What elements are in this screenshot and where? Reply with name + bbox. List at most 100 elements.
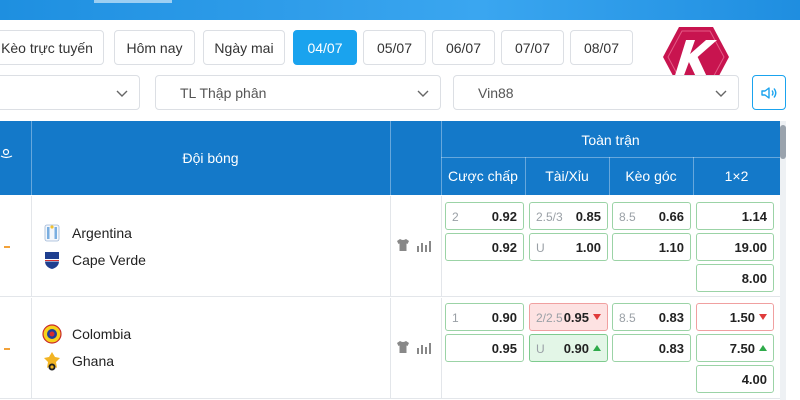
ghana-crest-icon — [44, 352, 60, 371]
odd-line: 8.5 — [619, 311, 636, 325]
corner-over-odd[interactable]: 8.5 0.83 — [612, 303, 691, 331]
table-scrollbar[interactable] — [780, 121, 786, 400]
odd-value: 0.95 — [563, 310, 589, 325]
column-divider — [441, 298, 442, 399]
full-match-header: Toàn trận — [581, 132, 640, 148]
time-column-icon — [0, 148, 13, 159]
odd-value: 0.85 — [575, 209, 601, 224]
jersey-icon[interactable] — [396, 340, 410, 354]
over-odd[interactable]: 2/2.5 0.95 — [529, 303, 608, 331]
sound-toggle-button[interactable] — [752, 75, 786, 110]
argentina-crest-icon — [44, 224, 60, 242]
odd-value: 8.00 — [741, 271, 767, 286]
handicap-away-odd[interactable]: 0.95 — [445, 334, 524, 362]
odd-value: 0.90 — [563, 341, 589, 356]
cape-verde-crest-icon — [45, 252, 59, 269]
live-indicator — [4, 246, 10, 248]
odd-line: U — [536, 342, 545, 356]
odd-down-icon — [759, 314, 767, 320]
home-team[interactable]: Colombia — [42, 323, 131, 345]
tab-date-0607[interactable]: 06/07 — [432, 30, 495, 65]
live-indicator — [4, 348, 10, 350]
odd-value: 4.00 — [741, 372, 767, 387]
odd-line: 2 — [452, 210, 459, 224]
odd-value: 0.83 — [658, 341, 684, 356]
handicap-column-header: Cược chấp — [448, 168, 518, 184]
match-tools — [396, 340, 432, 354]
away-team-name: Cape Verde — [72, 252, 146, 268]
team-column-header: Đội bóng — [182, 150, 239, 166]
tab-tomorrow[interactable]: Ngày mai — [203, 30, 285, 65]
table-row: Argentina Cape Verde 2 0.92 0.92 2.5/3 0… — [0, 196, 780, 297]
header-divider — [390, 121, 391, 195]
odd-line: U — [536, 241, 545, 255]
odd-value: 1.00 — [575, 240, 601, 255]
home-win-odd[interactable]: 1.14 — [696, 202, 774, 230]
under-odd[interactable]: U 0.90 — [529, 334, 608, 362]
corner-under-odd[interactable]: 1.10 — [612, 233, 691, 261]
draw-odd[interactable]: 4.00 — [696, 365, 774, 393]
column-divider — [31, 298, 32, 399]
over-odd[interactable]: 2.5/3 0.85 — [529, 202, 608, 230]
odd-line: 2/2.5 — [536, 311, 563, 325]
league-select[interactable] — [0, 75, 140, 110]
away-win-odd[interactable]: 7.50 — [696, 334, 774, 362]
corner-column-header: Kèo góc — [625, 168, 677, 184]
bookmaker-value: Vin88 — [478, 84, 514, 101]
odd-value: 7.50 — [729, 341, 755, 356]
tab-date-0807[interactable]: 08/07 — [570, 30, 633, 65]
home-win-odd[interactable]: 1.50 — [696, 303, 774, 331]
odd-value: 0.83 — [658, 310, 684, 325]
chevron-down-icon — [715, 90, 727, 97]
odd-value: 0.92 — [491, 240, 517, 255]
bookmaker-select[interactable]: Vin88 — [453, 75, 739, 110]
table-row: Colombia Ghana 1 0.90 0.95 2/2.5 0.95 U … — [0, 298, 780, 399]
odd-up-icon — [759, 345, 767, 351]
column-divider — [390, 196, 391, 297]
home-team[interactable]: Argentina — [42, 222, 132, 244]
odd-value: 0.66 — [658, 209, 684, 224]
odd-value: 0.90 — [491, 310, 517, 325]
odd-down-icon — [593, 314, 601, 320]
odd-value: 1.14 — [741, 209, 767, 224]
corner-over-odd[interactable]: 8.5 0.66 — [612, 202, 691, 230]
top-navbar — [0, 0, 800, 20]
draw-odd[interactable]: 8.00 — [696, 264, 774, 292]
odd-line: 8.5 — [619, 210, 636, 224]
stats-icon[interactable] — [416, 238, 432, 252]
column-divider — [390, 298, 391, 399]
chevron-down-icon — [116, 90, 128, 97]
away-team[interactable]: Cape Verde — [42, 249, 146, 271]
tab-today[interactable]: Hôm nay — [114, 30, 195, 65]
jersey-icon[interactable] — [396, 238, 410, 252]
tab-live-odds[interactable]: Kèo trực tuyến — [0, 30, 104, 65]
odds-type-value: TL Thập phân — [180, 84, 267, 101]
chevron-down-icon — [417, 90, 429, 97]
handicap-home-odd[interactable]: 1 0.90 — [445, 303, 524, 331]
odd-value: 19.00 — [734, 240, 767, 255]
column-divider — [31, 196, 32, 297]
tab-date-0707[interactable]: 07/07 — [501, 30, 564, 65]
tab-date-0407[interactable]: 04/07 — [293, 30, 357, 65]
over-under-column-header: Tài/Xỉu — [545, 168, 589, 184]
home-team-name: Colombia — [72, 326, 132, 342]
header-divider — [441, 157, 780, 158]
away-win-odd[interactable]: 19.00 — [696, 233, 774, 261]
odd-value: 1.10 — [658, 240, 684, 255]
home-team-name: Argentina — [72, 225, 132, 241]
colombia-crest-icon — [42, 324, 62, 344]
handicap-away-odd[interactable]: 0.92 — [445, 233, 524, 261]
handicap-home-odd[interactable]: 2 0.92 — [445, 202, 524, 230]
1x2-column-header: 1×2 — [724, 168, 749, 184]
under-odd[interactable]: U 1.00 — [529, 233, 608, 261]
odd-value: 0.95 — [491, 341, 517, 356]
scrollbar-thumb[interactable] — [780, 125, 786, 159]
odds-type-select[interactable]: TL Thập phân — [155, 75, 441, 110]
odd-line: 2.5/3 — [536, 210, 563, 224]
tab-date-0507[interactable]: 05/07 — [363, 30, 426, 65]
odd-value: 0.92 — [491, 209, 517, 224]
corner-under-odd[interactable]: 0.83 — [612, 334, 691, 362]
odd-value: 1.50 — [729, 310, 755, 325]
stats-icon[interactable] — [416, 340, 432, 354]
away-team[interactable]: Ghana — [42, 350, 114, 372]
